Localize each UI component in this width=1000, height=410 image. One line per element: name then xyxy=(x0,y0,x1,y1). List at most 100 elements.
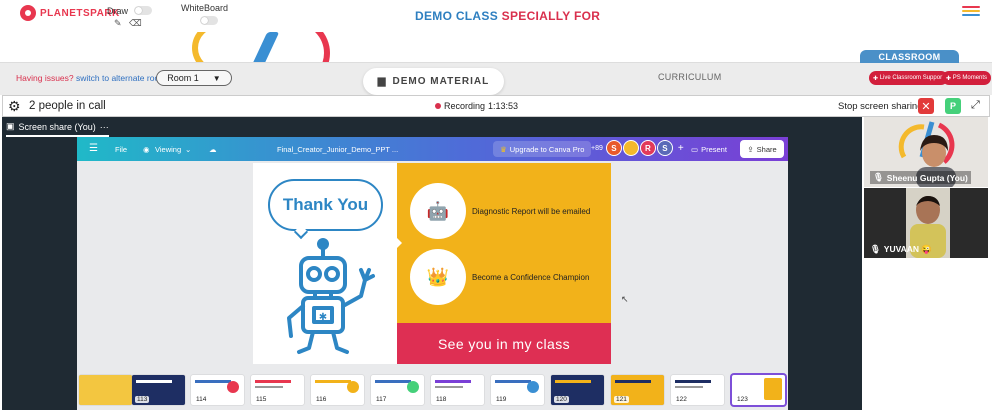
avatar[interactable]: S xyxy=(656,140,673,156)
thank-you-bubble: Thank You xyxy=(268,179,383,231)
screen-share-panel: ▣ Screen share (You) ··· ☰ File ◉ Viewin… xyxy=(2,117,862,410)
stop-sharing-button[interactable]: ✕ xyxy=(918,98,934,114)
thumbnail-stripe xyxy=(555,380,591,383)
present-label: Present xyxy=(701,145,727,154)
slide-thumbnail[interactable]: 121 xyxy=(611,375,664,405)
thumbnail-number: 120 xyxy=(554,396,569,403)
present-button[interactable]: ▭ Present xyxy=(691,145,727,154)
close-icon: ✕ xyxy=(921,100,931,113)
chevron-down-icon: ⌄ xyxy=(185,145,192,154)
demo-material-tab[interactable]: ▆ DEMO MATERIAL xyxy=(363,68,504,95)
file-menu[interactable]: File xyxy=(115,145,127,154)
title-part-1: DEMO CLASS xyxy=(415,9,499,23)
slide-thumbnail[interactable] xyxy=(79,375,132,405)
slide-thumbnail[interactable]: 114 xyxy=(191,375,244,405)
collaborator-count: +89 xyxy=(591,144,603,152)
issues-text: Having issues? switch to alternate room xyxy=(16,73,166,83)
record-dot-icon xyxy=(435,103,441,109)
present-icon: ▭ xyxy=(691,145,699,154)
slide-thumbnail[interactable]: 115 xyxy=(251,375,304,405)
avatar[interactable] xyxy=(622,140,639,156)
gear-icon[interactable]: ⚙ xyxy=(8,98,21,115)
top-header: PLANETSPARK Draw ✎ ⌫ WhiteBoard DEMO CLA… xyxy=(0,0,1000,32)
eraser-icon[interactable]: ⌫ xyxy=(129,18,142,29)
classroom-tab[interactable]: CLASSROOM xyxy=(860,50,959,63)
class-nav-bar: Having issues? switch to alternate room … xyxy=(0,50,992,95)
canva-window: ☰ File ◉ Viewing ⌄ ☁ Final_Creator_Junio… xyxy=(77,137,788,410)
thumbnail-number: 118 xyxy=(434,396,449,403)
planetspark-logo[interactable]: PLANETSPARK xyxy=(20,5,120,21)
stop-sharing-label[interactable]: Stop screen sharing xyxy=(838,101,923,112)
crown-icon: ♛ xyxy=(500,144,507,154)
svg-text:✱: ✱ xyxy=(319,312,327,323)
slide-thumbnail[interactable]: 122 xyxy=(671,375,724,405)
thumbnail-stripe xyxy=(675,380,711,383)
slide-thumbnail-selected[interactable]: 123 xyxy=(732,375,785,405)
slide-thumbnail[interactable]: 118 xyxy=(431,375,484,405)
slide-info-panel: 🤖 Diagnostic Report will be emailed 👑 Be… xyxy=(397,163,611,323)
cloud-icon[interactable]: ☁ xyxy=(209,145,217,154)
recording-status: Recording 1:13:53 xyxy=(435,101,518,111)
caret-down-icon: ▼ xyxy=(212,73,221,83)
slide-row-1: Diagnostic Report will be emailed xyxy=(472,207,591,216)
thumbnail-stripe xyxy=(675,386,703,388)
recording-label: Recording xyxy=(444,101,486,111)
thumbnail-number: 115 xyxy=(254,396,269,403)
thumbnail-stripe xyxy=(136,380,172,383)
thumbnail-blob xyxy=(764,378,782,400)
document-name[interactable]: Final_Creator_Junior_Demo_PPT ... xyxy=(277,145,398,154)
avatar[interactable]: S xyxy=(605,140,622,156)
live-support-button[interactable]: ✚ Live Classroom Support xyxy=(869,71,948,85)
folder-icon: ▆ xyxy=(377,76,387,87)
slide-thumbnail[interactable]: 117 xyxy=(371,375,424,405)
upgrade-button[interactable]: ♛ Upgrade to Canva Pro xyxy=(493,141,592,157)
room-select[interactable]: Room 1 ▼ xyxy=(156,70,232,86)
draw-toggle[interactable] xyxy=(134,6,152,15)
pencil-icon[interactable]: ✎ xyxy=(114,18,122,29)
hamburger-icon[interactable]: ☰ xyxy=(89,143,98,154)
issues-label: Having issues? xyxy=(16,73,74,83)
screen-share-label: Screen share (You) xyxy=(18,121,96,132)
current-slide: Thank You ✱ 🤖 Diagnostic Report will be … xyxy=(253,163,611,364)
panel-notch xyxy=(397,238,402,248)
slide-thumbnail[interactable]: 113 xyxy=(132,375,185,405)
screen-share-tab[interactable]: ▣ Screen share (You) ··· xyxy=(6,121,109,137)
whiteboard-toggle[interactable] xyxy=(200,16,218,25)
recording-time: 1:13:53 xyxy=(488,101,519,111)
switch-room-link[interactable]: switch to alternate room xyxy=(76,73,166,83)
participant-name: 🎙 Sheenu Gupta (You) xyxy=(870,171,971,184)
mouse-cursor-icon: ↖ xyxy=(621,294,629,304)
curriculum-tab[interactable]: CURRICULUM xyxy=(658,72,722,82)
canva-share-button[interactable]: ⇪ Share xyxy=(740,140,784,158)
thumbnail-number: 119 xyxy=(494,396,509,403)
collaborator-avatars[interactable]: +89 S R S + xyxy=(591,140,684,156)
slide-thumbnail[interactable]: 120 xyxy=(551,375,604,405)
expand-icon[interactable]: ⤢ xyxy=(971,99,980,112)
slide-thumbnails: 113 114 115 116 117 118 119 120 121 122 … xyxy=(77,373,788,410)
thumbnail-blob xyxy=(227,381,239,393)
add-icon[interactable]: + xyxy=(678,143,684,154)
slide-thumbnail[interactable]: 116 xyxy=(311,375,364,405)
people-count: 2 people in call xyxy=(29,100,106,112)
call-bar: ⚙ 2 people in call Recording 1:13:53 Sto… xyxy=(2,95,990,117)
thumbnail-stripe xyxy=(255,386,283,388)
ps-moments-button[interactable]: ✚ PS Moments xyxy=(942,71,992,85)
participant-name-label: Sheenu Gupta (You) xyxy=(886,172,968,183)
page-title: DEMO CLASS SPECIALLY FOR xyxy=(415,9,600,23)
moments-icon: ✚ xyxy=(946,75,953,82)
participant-name-label: YUVAAN 😜 xyxy=(883,244,933,254)
viewing-menu[interactable]: Viewing xyxy=(155,145,181,154)
thumbnail-stripe xyxy=(615,380,651,383)
avatar[interactable]: R xyxy=(639,140,656,156)
decor-arc-red xyxy=(290,32,330,62)
mic-icon: 🎙 xyxy=(873,172,884,182)
thumbnail-stripe xyxy=(375,380,411,383)
more-options-icon[interactable]: ··· xyxy=(100,122,109,132)
slide-thumbnail[interactable]: 119 xyxy=(491,375,544,405)
thumbnail-blob xyxy=(347,381,359,393)
participant-tile-you[interactable]: 🎙 Sheenu Gupta (You) xyxy=(864,117,988,187)
menu-icon[interactable] xyxy=(962,6,980,16)
thumbnail-stripe xyxy=(315,380,351,383)
participant-button[interactable]: P xyxy=(945,98,961,114)
participant-tile-yuvaan[interactable]: 🎙 YUVAAN 😜 xyxy=(864,188,988,258)
